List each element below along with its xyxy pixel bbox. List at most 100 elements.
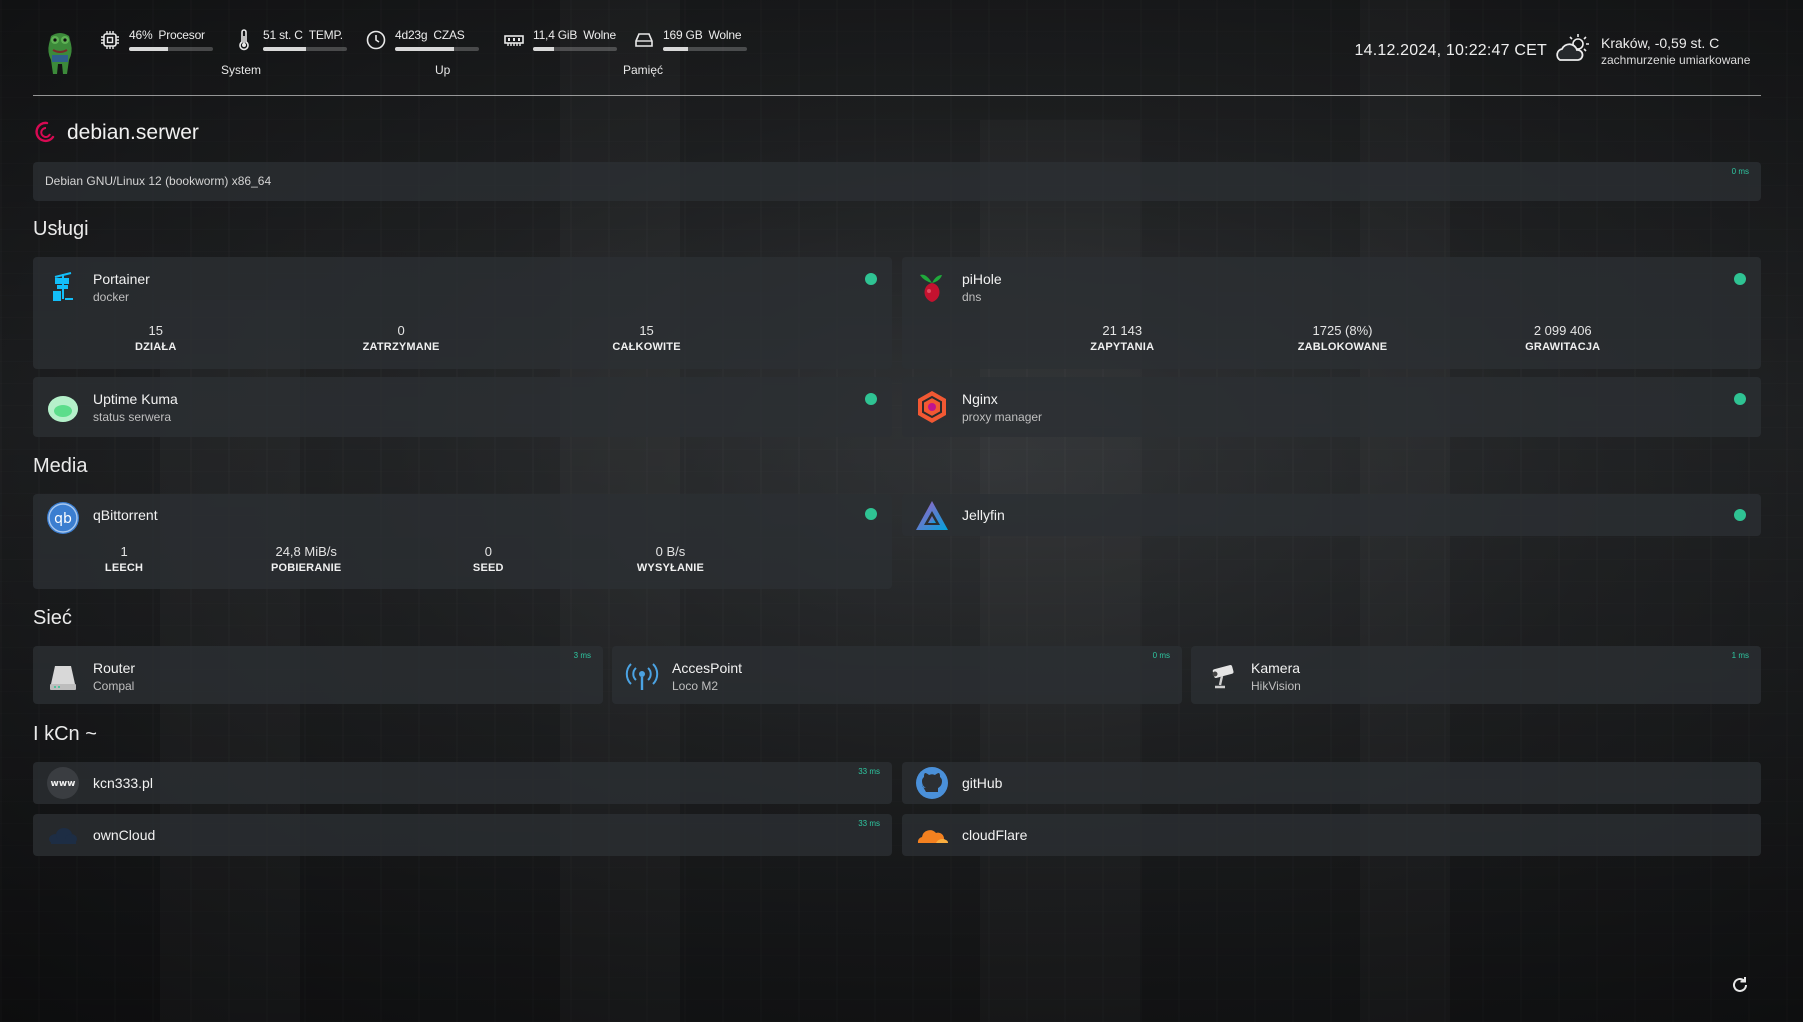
uptime-kuma-card[interactable]: Uptime Kuma status serwera [33, 377, 892, 437]
portainer-title: Portainer [93, 271, 150, 287]
pihole-subtitle: dns [962, 290, 982, 304]
stat-value: 21 143 [1102, 323, 1143, 338]
stat-value: 15 [148, 323, 163, 338]
stat-spacer [1673, 323, 1761, 353]
pihole-icon [920, 274, 942, 302]
stat-item: 15 CAŁKOWITE [524, 323, 769, 353]
stat-item: 24,8 MiB/s POBIERANIE [215, 544, 397, 574]
cpu-label: Procesor [158, 28, 205, 42]
portainer-status-dot [865, 273, 877, 285]
ram-metric: 11,4 GiB Wolne [503, 28, 617, 51]
uptime-metric: 4d23g CZAS [365, 28, 479, 51]
uptime-bar-fill [395, 47, 454, 51]
cloudflare-link-card[interactable]: cloudFlare [902, 814, 1761, 856]
frog-logo-icon[interactable] [43, 30, 77, 76]
qbittorrent-status-dot [865, 508, 877, 520]
github-link-card[interactable]: gitHub [902, 762, 1761, 804]
dashboard-page: 46% Procesor 51 st. C TEMP. System 4d23g… [0, 0, 1803, 1022]
stat-label: LEECH [104, 562, 144, 574]
github-title: gitHub [962, 775, 1003, 791]
stat-item: 0 ZATRZYMANE [278, 323, 523, 353]
background-building [980, 120, 1140, 1022]
section-title-media: Media [33, 455, 88, 477]
stat-value: 0 [484, 544, 492, 559]
ram-label: Wolne [583, 28, 617, 42]
weather-widget[interactable]: Kraków, -0,59 st. C zachmurzenie umiarko… [1601, 35, 1761, 67]
pihole-card[interactable]: piHole dns 21 143 ZAPYTANIA 1725 (8%) ZABL… [902, 257, 1761, 369]
portainer-stats: 15 DZIAŁA 0 ZATRZYMANE 15 CAŁKOWITE [33, 323, 892, 353]
qbittorrent-icon: qb [47, 502, 79, 534]
accesspoint-subtitle: Loco M2 [672, 679, 719, 693]
host-header: debian.serwer [33, 120, 199, 146]
stat-label: ZATRZYMANE [362, 341, 440, 353]
jellyfin-title: Jellyfin [962, 507, 1005, 523]
header-divider [33, 95, 1761, 96]
kamera-card[interactable]: Kamera HikVision 1 ms [1191, 646, 1761, 704]
www-globe-icon: www [47, 767, 79, 799]
disk-metric: 169 GB Wolne [633, 28, 747, 51]
qbittorrent-card[interactable]: qb qBittorrent 1 LEECH 24,8 MiB/s POBIERAN… [33, 494, 892, 589]
router-icon [50, 666, 76, 690]
accesspoint-title: AccesPoint [672, 660, 743, 676]
stat-value: 0 B/s [655, 544, 686, 559]
kamera-latency: 1 ms [1731, 651, 1749, 660]
owncloud-title: ownCloud [93, 827, 156, 843]
portainer-icon [53, 272, 73, 301]
weather-location: Kraków, -0,59 st. C [1601, 35, 1720, 51]
disk-value: 169 GB [663, 28, 703, 42]
ram-icon [504, 35, 524, 46]
accesspoint-card[interactable]: AccesPoint Loco M2 0 ms [612, 646, 1182, 704]
pihole-title: piHole [962, 271, 1002, 287]
host-name: debian.serwer [67, 121, 199, 144]
temp-bar [263, 47, 347, 51]
security-camera-icon [1212, 664, 1234, 689]
portainer-card[interactable]: Portainer docker 15 DZIAŁA 0 ZATRZYMANE 15… [33, 257, 892, 369]
kcn333-title: kcn333.pl [93, 775, 153, 791]
thermometer-icon [239, 29, 249, 51]
section-title-uslugi: Usługi [33, 218, 89, 240]
debian-icon [35, 121, 55, 143]
cpu-value: 46% [129, 28, 153, 42]
uptime-kuma-title: Uptime Kuma [93, 391, 178, 407]
stat-item: 0 SEED [397, 544, 579, 574]
stat-label: DZIAŁA [134, 341, 177, 353]
section-title-kcn: I kCn ~ [33, 723, 97, 745]
clock-icon [366, 30, 386, 50]
jellyfin-icon [916, 501, 948, 530]
uptime-value: 4d23g [395, 28, 428, 42]
datetime-display: 14.12.2024, 10:22:47 CET [1354, 42, 1547, 59]
owncloud-icon [49, 828, 77, 844]
memory-group-label: Pamięć [623, 63, 664, 77]
jellyfin-card[interactable]: Jellyfin [902, 494, 1761, 536]
host-os: Debian GNU/Linux 12 (bookworm) x86_64 [45, 174, 272, 188]
router-subtitle: Compal [93, 679, 135, 693]
kcn333-latency: 33 ms [858, 767, 880, 776]
qbittorrent-title: qBittorrent [93, 507, 158, 523]
kcn333-link-card[interactable]: www kcn333.pl 33 ms [33, 762, 892, 804]
temperature-metric: 51 st. C TEMP. [233, 28, 347, 51]
router-card[interactable]: Router Compal 3 ms [33, 646, 603, 704]
owncloud-latency: 33 ms [858, 819, 880, 828]
stat-label: POBIERANIE [270, 562, 342, 574]
up-group-label: Up [435, 63, 451, 77]
temp-label: TEMP. [308, 28, 343, 42]
kamera-subtitle: HikVision [1251, 679, 1301, 693]
stat-label: CAŁKOWITE [612, 341, 681, 353]
cpu-usage-bar-fill [129, 47, 168, 51]
refresh-icon[interactable] [1730, 975, 1750, 995]
stat-item: 15 DZIAŁA [33, 323, 278, 353]
header-bar: 46% Procesor 51 st. C TEMP. System 4d23g… [33, 22, 1761, 96]
stat-spacer [762, 544, 889, 574]
owncloud-link-card[interactable]: ownCloud 33 ms [33, 814, 892, 856]
temp-value: 51 st. C [263, 28, 303, 42]
portainer-subtitle: docker [93, 290, 130, 304]
cpu-usage-bar [129, 47, 213, 51]
temp-bar-fill [263, 47, 306, 51]
accesspoint-latency: 0 ms [1152, 651, 1170, 660]
stat-label: GRAWITACJA [1525, 341, 1601, 353]
stat-label: ZABLOKOWANE [1297, 341, 1388, 353]
stat-item: 2 099 406 GRAWITACJA [1453, 323, 1673, 353]
stat-item: 1 LEECH [33, 544, 215, 574]
nginx-card[interactable]: Nginx proxy manager [902, 377, 1761, 437]
nginx-subtitle: proxy manager [962, 410, 1043, 424]
